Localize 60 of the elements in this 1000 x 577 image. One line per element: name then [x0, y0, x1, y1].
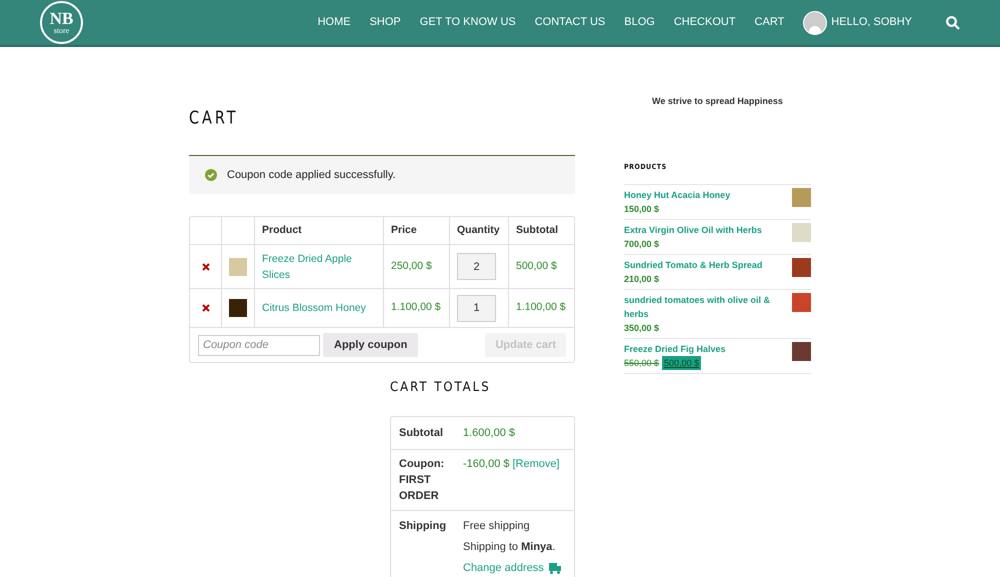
- price-text: 250,00 $: [391, 258, 432, 274]
- price-text: 350,00 $: [624, 322, 660, 335]
- quantity-input[interactable]: 2: [457, 253, 496, 280]
- nav-link[interactable]: CHECKOUT: [674, 14, 736, 31]
- row-label: Subtotal: [399, 426, 443, 438]
- column-header: Product: [262, 222, 302, 238]
- quantity-input[interactable]: 1: [457, 294, 496, 322]
- product-link[interactable]: Freeze Dried Apple Slices: [262, 250, 376, 282]
- user-greeting[interactable]: HELLO, SOBHY: [831, 14, 912, 31]
- nav-link[interactable]: GET TO KNOW US: [420, 14, 516, 31]
- column-header: Price: [391, 222, 417, 238]
- product-link[interactable]: Extra Virgin Olive Oil with Herbs: [624, 223, 784, 237]
- column-header: Quantity: [457, 222, 500, 238]
- nav-link[interactable]: CART: [754, 14, 784, 31]
- product-thumbnail[interactable]: [792, 223, 811, 242]
- remove-icon[interactable]: [202, 262, 210, 270]
- remove-coupon-link[interactable]: [Remove]: [512, 456, 560, 504]
- product-link[interactable]: Honey Hut Acacia Honey: [624, 188, 784, 202]
- avatar-icon: [803, 10, 828, 34]
- nav-link[interactable]: HOME: [318, 14, 351, 31]
- old-price: 550,00 $: [624, 357, 660, 370]
- product-link[interactable]: Freeze Dried Fig Halves: [624, 342, 784, 356]
- row-label: Coupon: FIRST ORDER: [399, 458, 444, 502]
- product-thumbnail[interactable]: [792, 188, 811, 207]
- nav-link[interactable]: BLOG: [624, 14, 655, 31]
- product-thumbnail[interactable]: [229, 299, 247, 317]
- price-text: 1.100,00 $: [391, 300, 441, 316]
- check-icon: [205, 169, 217, 181]
- store-logo[interactable]: NB store: [40, 1, 83, 44]
- nav-link[interactable]: CONTACT US: [534, 14, 606, 31]
- subtotal-text: 1.100,00 $: [516, 300, 566, 316]
- search-icon[interactable]: [946, 16, 960, 30]
- product-link[interactable]: sundried tomatoes with olive oil & herbs: [624, 293, 784, 321]
- row-label: Shipping: [399, 520, 446, 532]
- subtotal-text: 500,00 $: [516, 258, 557, 274]
- coupon-input[interactable]: Coupon code: [198, 334, 320, 356]
- notice-text: Coupon code applied successfully.: [227, 168, 396, 183]
- sale-price: 500,00 $: [662, 356, 702, 370]
- product-link[interactable]: Sundried Tomato & Herb Spread: [624, 258, 784, 272]
- tagline: We strive to spread Happiness: [651, 95, 784, 108]
- page-title: CART: [189, 107, 240, 129]
- change-address-link[interactable]: Change address: [463, 558, 544, 577]
- shipping-method: Free shipping: [463, 519, 531, 534]
- price-text: 700,00 $: [624, 238, 660, 251]
- apply-coupon-button[interactable]: Apply coupon: [323, 333, 418, 357]
- price-text: 210,00 $: [624, 273, 660, 286]
- product-link[interactable]: Citrus Blossom Honey: [262, 300, 366, 316]
- price-text: 150,00 $: [624, 203, 660, 216]
- product-thumbnail[interactable]: [792, 293, 811, 312]
- subtotal-value: 1.600,00 $: [463, 426, 515, 440]
- shipping-destination: Shipping to Minya.: [463, 540, 556, 555]
- cart-totals-title: CART TOTALS: [390, 379, 492, 397]
- product-thumbnail[interactable]: [229, 258, 247, 276]
- column-header: Subtotal: [516, 222, 558, 238]
- product-thumbnail[interactable]: [792, 258, 811, 277]
- nav-link[interactable]: SHOP: [370, 14, 401, 31]
- product-thumbnail[interactable]: [792, 342, 811, 361]
- discount-value: -160,00 $: [463, 457, 510, 472]
- remove-icon[interactable]: [202, 304, 210, 312]
- truck-icon: [548, 563, 561, 574]
